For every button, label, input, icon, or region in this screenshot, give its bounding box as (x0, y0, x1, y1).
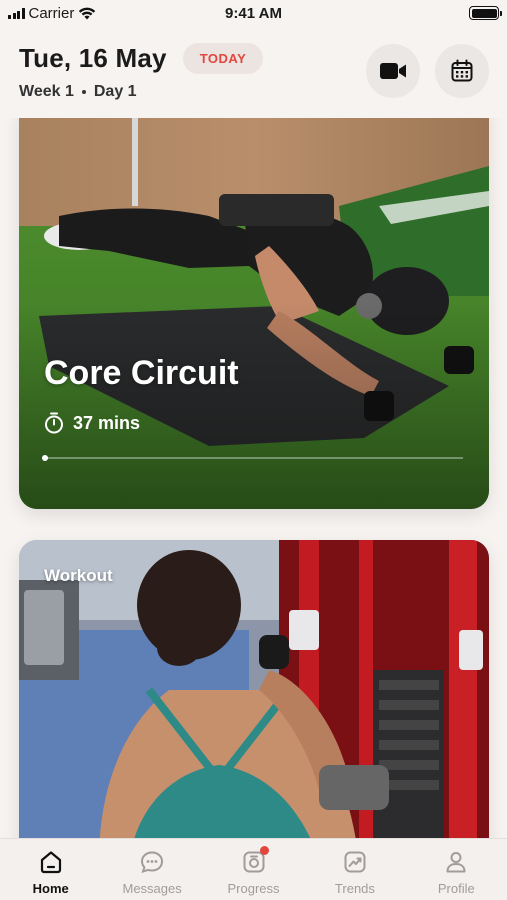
home-icon (37, 848, 65, 876)
video-camera-icon (380, 63, 406, 79)
progress-bar (44, 457, 463, 459)
header: Tue, 16 May TODAY Week 1 Day 1 (0, 26, 507, 118)
tab-bar: Home Messages Progress Trends Profile (0, 838, 507, 900)
tab-profile[interactable]: Profile (406, 839, 507, 900)
tab-label: Messages (122, 881, 182, 896)
card-title: Core Circuit (44, 354, 239, 392)
status-time: 9:41 AM (225, 5, 282, 22)
card-label: Workout (44, 566, 113, 585)
page-title: Tue, 16 May (19, 43, 167, 73)
workout-card-gym[interactable]: Workout (19, 540, 489, 838)
video-button[interactable] (366, 44, 420, 98)
today-button[interactable]: TODAY (183, 43, 263, 74)
separator-dot (81, 90, 86, 94)
battery-icon (469, 6, 502, 20)
stopwatch-icon (45, 412, 63, 434)
status-bar: Carrier 9:41 AM (0, 0, 507, 26)
chat-icon (138, 848, 166, 876)
tab-label: Profile (437, 881, 475, 896)
week-label: Week 1 (19, 83, 74, 100)
tab-label: Home (32, 881, 69, 896)
calendar-button[interactable] (435, 44, 489, 98)
calendar-icon (451, 59, 473, 82)
tab-label: Progress (227, 881, 280, 896)
tab-messages[interactable]: Messages (101, 839, 202, 900)
card-duration: 37 mins (44, 412, 140, 434)
person-icon (442, 848, 470, 876)
notification-dot (259, 846, 269, 855)
workout-feed[interactable]: Core Circuit 37 mins Workout (0, 118, 507, 838)
tab-trends[interactable]: Trends (304, 839, 405, 900)
duration-text: 37 mins (73, 412, 141, 433)
week-day-label: Week 1 Day 1 (19, 83, 137, 101)
tab-home[interactable]: Home (0, 839, 101, 900)
workout-card-core-circuit[interactable]: Core Circuit 37 mins (19, 118, 489, 509)
tab-progress[interactable]: Progress (203, 839, 304, 900)
progress-knob (42, 455, 48, 461)
trend-icon (341, 848, 369, 876)
camera-icon (240, 846, 269, 876)
tab-label: Trends (334, 881, 375, 896)
day-label: Day 1 (93, 83, 137, 100)
workout-photo-plank (19, 118, 489, 509)
